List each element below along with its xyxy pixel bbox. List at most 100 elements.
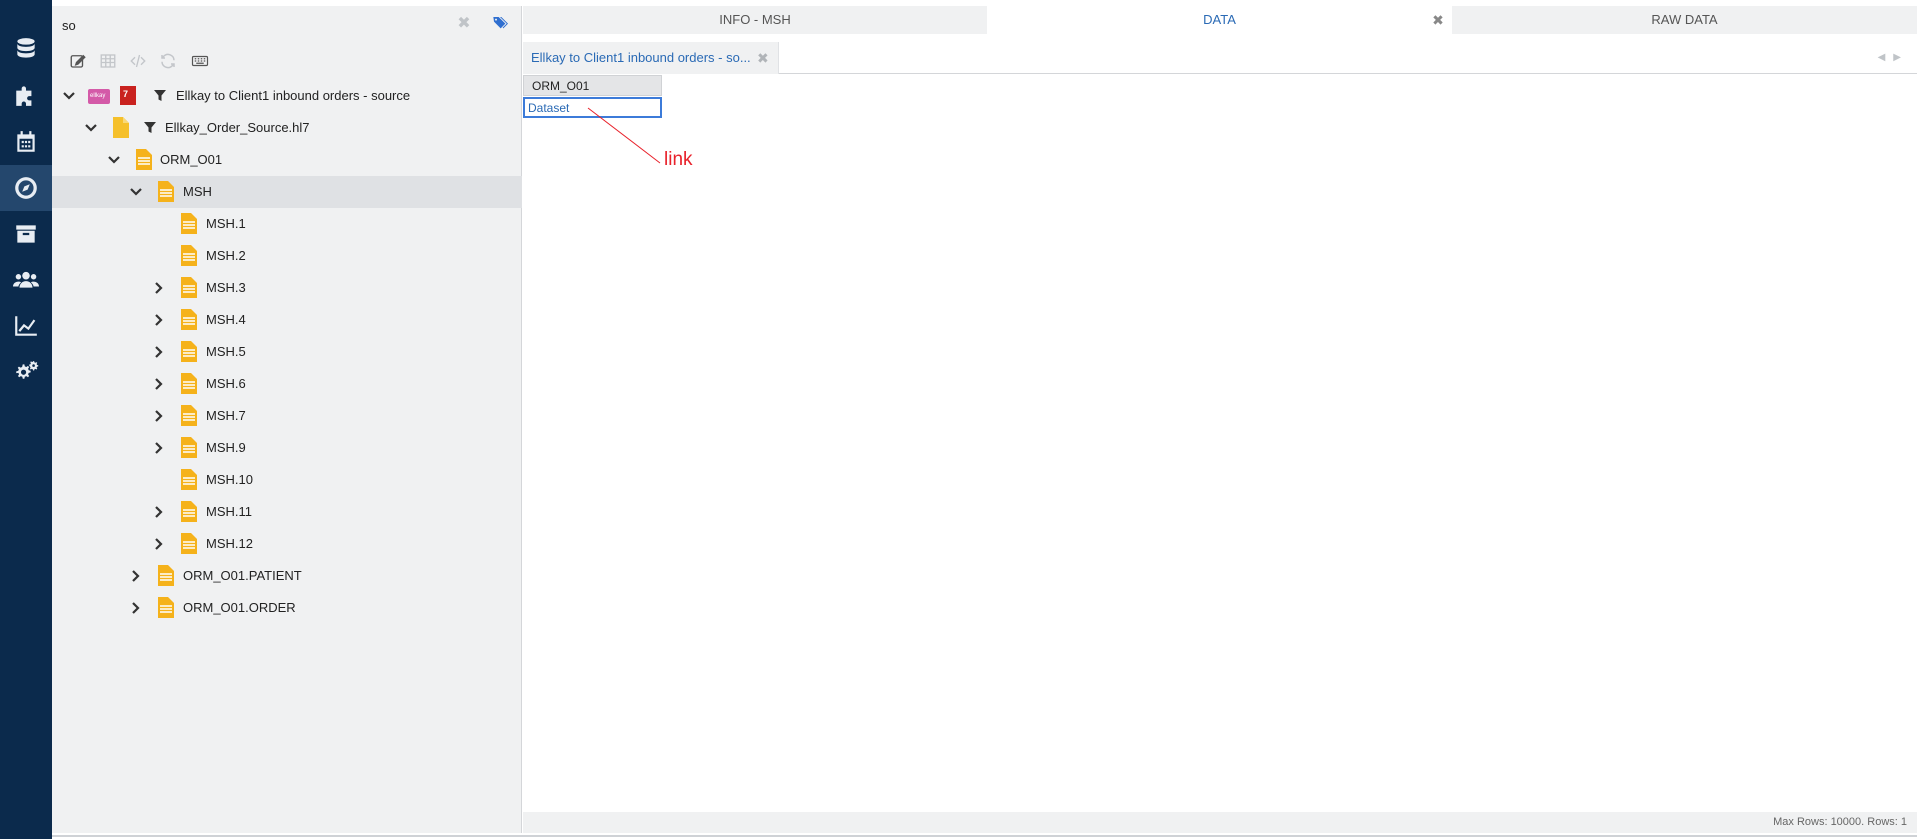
chevron-down-icon[interactable]	[129, 185, 143, 199]
tree-node-label: ORM_O01	[160, 152, 223, 167]
puzzle-icon[interactable]	[0, 72, 52, 118]
tree-node-label: MSH	[183, 184, 212, 199]
tree-node-segment[interactable]: ORM_O01	[52, 144, 522, 176]
tree-node-label: Ellkay_Order_Source.hl7	[165, 120, 310, 135]
compass-icon[interactable]	[0, 165, 52, 211]
tree-node-label: ORM_O01.ORDER	[183, 600, 296, 615]
tree-node-field[interactable]: MSH.5	[52, 336, 522, 368]
tree-node-label: MSH.7	[206, 408, 246, 423]
tree-panel: ✖ ellkay 7 Ellkay to Client1	[52, 6, 522, 833]
tree-node-field[interactable]: MSH.10	[52, 464, 522, 496]
field-icon	[181, 469, 197, 490]
close-result-tab-icon[interactable]: ✖	[757, 50, 769, 67]
chevron-right-icon[interactable]	[152, 537, 166, 551]
tree-node-label: MSH.2	[206, 248, 246, 263]
tree-node-segment-selected[interactable]: MSH	[52, 176, 522, 208]
tree-search-row: ✖	[52, 6, 522, 42]
tree-node-label: MSH.12	[206, 536, 253, 551]
tree-node-field[interactable]: MSH.1	[52, 208, 522, 240]
tag-icon[interactable]	[492, 15, 512, 33]
chevron-right-icon[interactable]	[129, 569, 143, 583]
chevron-right-icon[interactable]	[152, 281, 166, 295]
tree-node-channel[interactable]: ellkay 7 Ellkay to Client1 inbound order…	[52, 80, 522, 112]
tree-node-field[interactable]: MSH.12	[52, 528, 522, 560]
code-icon	[126, 49, 150, 73]
chevron-down-icon[interactable]	[107, 153, 121, 167]
tree-node-group[interactable]: ORM_O01.PATIENT	[52, 560, 522, 592]
field-icon	[181, 373, 197, 394]
tab-raw-data[interactable]: RAW DATA	[1452, 6, 1917, 34]
tree-node-field[interactable]: MSH.9	[52, 432, 522, 464]
field-icon	[181, 341, 197, 362]
close-tab-icon[interactable]: ✖	[1430, 12, 1446, 28]
field-icon	[181, 245, 197, 266]
database-icon[interactable]	[0, 26, 52, 72]
chevron-right-icon[interactable]	[152, 409, 166, 423]
table-icon	[96, 49, 120, 73]
chevron-right-icon[interactable]	[152, 505, 166, 519]
chevron-right-icon[interactable]	[152, 377, 166, 391]
tree-node-label: MSH.1	[206, 216, 246, 231]
edit-icon[interactable]	[66, 49, 90, 73]
field-icon	[181, 533, 197, 554]
chevron-right-icon[interactable]	[152, 345, 166, 359]
hl7-file-mark: 7	[123, 89, 129, 99]
tree-node-field[interactable]: MSH.11	[52, 496, 522, 528]
field-icon	[181, 501, 197, 522]
tab-scroll-arrows-icon[interactable]: ◀▶	[1878, 52, 1909, 63]
chevron-down-icon[interactable]	[84, 121, 98, 135]
refresh-icon	[156, 49, 180, 73]
field-icon	[181, 437, 197, 458]
tree-node-label: MSH.3	[206, 280, 246, 295]
ellkay-logo-text: ellkay	[90, 93, 106, 99]
field-icon	[181, 277, 197, 298]
group-icon	[158, 597, 174, 618]
tree-node-label: MSH.10	[206, 472, 253, 487]
grid-column-header-label: ORM_O01	[532, 79, 590, 93]
keyboard-icon[interactable]	[188, 49, 212, 73]
chevron-right-icon[interactable]	[152, 313, 166, 327]
clear-search-icon[interactable]: ✖	[455, 15, 473, 33]
field-icon	[181, 405, 197, 426]
status-text: Max Rows: 10000. Rows: 1	[1773, 816, 1907, 828]
chevron-down-icon[interactable]	[62, 89, 76, 103]
tree-toolbar	[52, 49, 522, 77]
archive-icon[interactable]	[0, 211, 52, 257]
field-icon	[181, 213, 197, 234]
tree-node-field[interactable]: MSH.7	[52, 400, 522, 432]
tree-node-field[interactable]: MSH.6	[52, 368, 522, 400]
tree-node-file[interactable]: Ellkay_Order_Source.hl7	[52, 112, 522, 144]
tree-node-label: MSH.4	[206, 312, 246, 327]
grid-cell-link[interactable]: Dataset	[528, 101, 569, 115]
calendar-icon[interactable]	[0, 119, 52, 165]
grid-cell-selected[interactable]: Dataset	[523, 97, 662, 118]
gears-icon[interactable]	[0, 349, 52, 395]
grid-column-header[interactable]: ORM_O01	[523, 75, 662, 96]
tree-node-label: MSH.5	[206, 344, 246, 359]
chart-line-icon[interactable]	[0, 303, 52, 349]
tree-node-label: MSH.6	[206, 376, 246, 391]
chevron-right-icon[interactable]	[129, 601, 143, 615]
main-tabs: INFO - MSH DATA ✖ RAW DATA	[523, 6, 1917, 34]
result-tab-label: Ellkay to Client1 inbound orders - so...	[531, 50, 751, 65]
chevron-right-icon[interactable]	[152, 441, 166, 455]
annotation-label: link	[664, 149, 693, 170]
tab-info[interactable]: INFO - MSH	[523, 6, 987, 34]
nav-rail	[0, 0, 52, 839]
tree-node-field[interactable]: MSH.4	[52, 304, 522, 336]
tree-node-field[interactable]: MSH.2	[52, 240, 522, 272]
tab-data[interactable]: DATA	[987, 6, 1452, 34]
tree-node-field[interactable]: MSH.3	[52, 272, 522, 304]
filter-icon	[154, 90, 166, 102]
tree-node-label: MSH.9	[206, 440, 246, 455]
result-tab[interactable]: Ellkay to Client1 inbound orders - so...…	[523, 42, 779, 74]
status-bar: Max Rows: 10000. Rows: 1	[523, 812, 1917, 833]
tree-node-label: MSH.11	[206, 504, 252, 519]
tree-search-input[interactable]	[62, 15, 442, 35]
users-icon[interactable]	[0, 257, 52, 303]
tree-node-group[interactable]: ORM_O01.ORDER	[52, 592, 522, 624]
file-icon	[113, 117, 129, 138]
segment-icon	[158, 181, 174, 202]
tree-node-label: ORM_O01.PATIENT	[183, 568, 302, 583]
bottom-divider	[52, 835, 1917, 837]
